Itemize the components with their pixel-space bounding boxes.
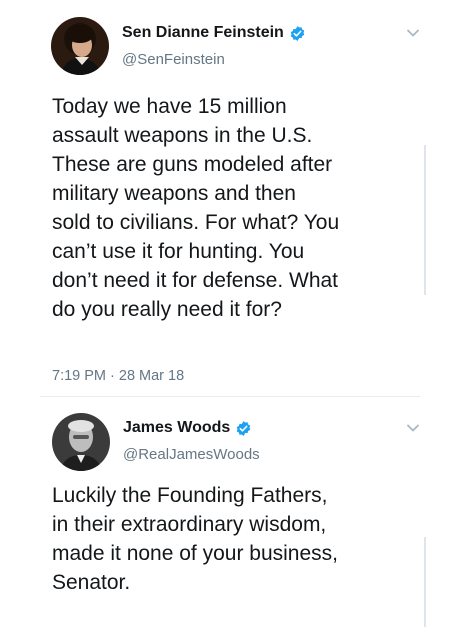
tweet-text-line: can’t use it for hunting. You [52, 240, 305, 263]
avatar-woods-image [52, 413, 110, 471]
scroll-edge [424, 537, 426, 627]
tweet-woods[interactable]: James Woods @RealJamesWoods Luckily the … [0, 397, 456, 640]
handle[interactable]: @SenFeinstein [122, 51, 225, 68]
tweet-text-line: assault weapons in the U.S. [52, 124, 313, 147]
tweet-screenshot: Sen Dianne Feinstein @SenFeinstein Today… [0, 0, 456, 640]
display-name[interactable]: Sen Dianne Feinstein [122, 24, 284, 42]
avatar-woods[interactable] [52, 413, 110, 471]
tweet-text-line: Senator. [52, 571, 131, 594]
tweet-text-line: made it none of your business, [52, 542, 339, 565]
tweet-text: Today we have 15 million assault weapons… [52, 92, 422, 324]
author-row: Sen Dianne Feinstein [122, 24, 306, 42]
avatar-feinstein-image [51, 17, 109, 75]
tweet-feinstein[interactable]: Sen Dianne Feinstein @SenFeinstein Today… [0, 0, 456, 396]
chevron-down-icon[interactable] [406, 423, 420, 433]
verified-badge-icon [237, 420, 251, 436]
chevron-down-icon[interactable] [406, 28, 420, 38]
tweet-text-line: sold to civilians. For what? You [52, 211, 340, 234]
tweet-text-line: Today we have 15 million [52, 95, 287, 118]
display-name[interactable]: James Woods [123, 419, 230, 437]
scroll-edge [424, 145, 426, 295]
tweet-text-line: These are guns modeled after [52, 153, 333, 176]
tweet-text-line: in their extraordinary wisdom, [52, 513, 327, 536]
tweet-text: Luckily the Founding Fathers, in their e… [52, 481, 422, 597]
tweet-text-line: do you really need it for? [52, 298, 282, 321]
author-row: James Woods [123, 419, 252, 437]
timestamp[interactable]: 7:19 PM · 28 Mar 18 [52, 368, 184, 384]
avatar-feinstein[interactable] [51, 17, 109, 75]
verified-badge-icon [290, 25, 305, 41]
tweet-text-line: Luckily the Founding Fathers, [52, 484, 328, 507]
tweet-text-line: military weapons and then [52, 182, 296, 205]
tweet-text-line: don’t need it for defense. What [52, 269, 339, 292]
handle[interactable]: @RealJamesWoods [123, 446, 260, 463]
